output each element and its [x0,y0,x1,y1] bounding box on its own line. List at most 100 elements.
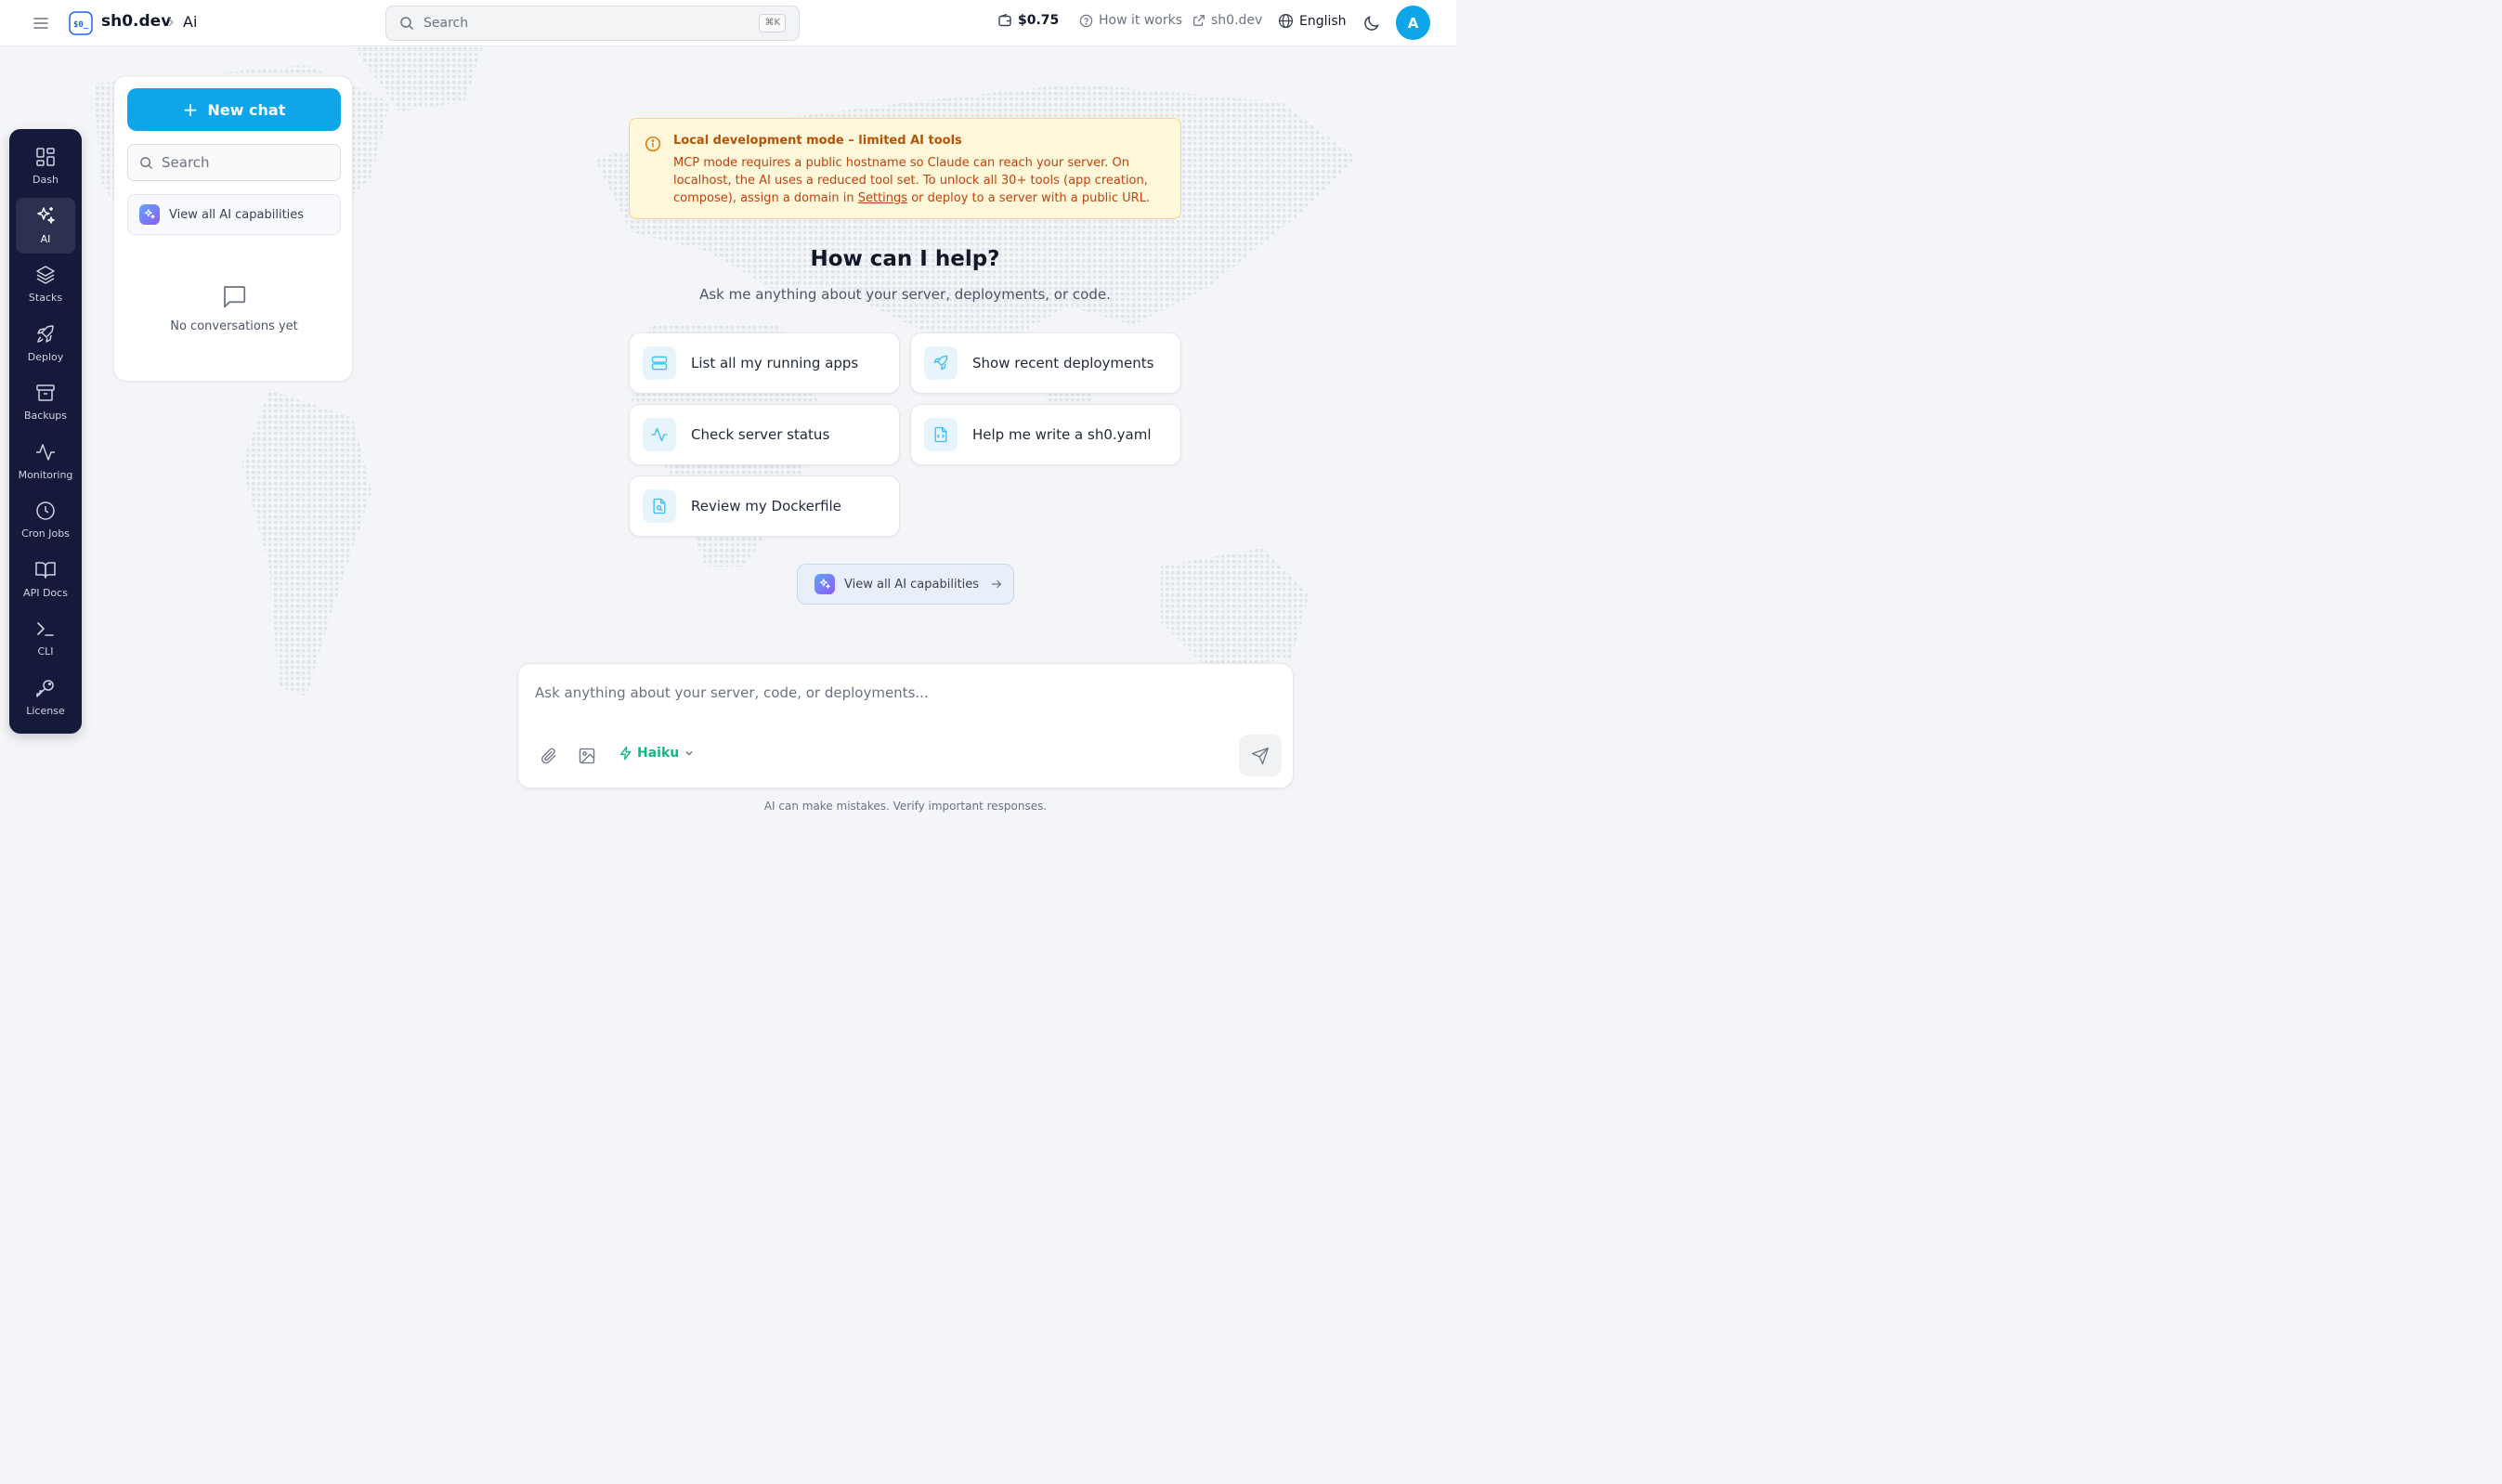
send-icon [1252,747,1269,764]
chevron-right-icon [168,18,174,27]
new-chat-label: New chat [207,100,286,119]
hero-title: How can I help? [810,247,1000,271]
view-capabilities-link[interactable]: View all AI capabilities [127,194,341,235]
image-icon[interactable] [578,747,596,765]
sidebar-item-label: AI [40,233,51,245]
sparkles-icon [37,207,55,224]
moon-icon[interactable] [1362,14,1381,33]
ai-disclaimer: AI can make mistakes. Verify important r… [763,800,1048,813]
sparkles-icon [139,204,160,225]
external-site-link[interactable]: sh0.dev [1192,13,1262,28]
alert-body-text-end: or deploy to a server with a public URL. [907,191,1151,205]
how-it-works-label: How it works [1099,13,1182,28]
external-link-icon [1193,15,1205,26]
menu-icon[interactable] [32,14,50,33]
sidebar-item-label: Monitoring [18,469,73,481]
hero-subtitle: Ask me anything about your server, deplo… [699,286,1111,303]
plus-icon: + [182,98,199,121]
sidebar-item-backups[interactable]: Backups [16,374,75,430]
search-shortcut-badge: ⌘K [759,14,786,33]
rocket-icon [924,346,958,380]
suggestion-label: List all my running apps [691,355,859,371]
sidebar-item-license[interactable]: License [16,670,75,725]
svg-text:$0_: $0_ [73,20,89,30]
layers-icon [36,266,55,284]
sidebar-item-ai[interactable]: AI [16,198,75,254]
language-selector[interactable]: English [1278,13,1347,29]
sidebar-item-label: Backups [23,410,68,422]
key-icon [36,680,54,697]
suggestion-review-dockerfile[interactable]: Review my Dockerfile [629,475,900,537]
globe-icon [1278,13,1294,29]
suggestion-list-running-apps[interactable]: List all my running apps [629,332,900,394]
view-capabilities-label: View all AI capabilities [169,207,305,222]
empty-conversations-text: No conversations yet [170,319,298,333]
zap-icon [620,746,632,761]
chevron-down-icon [685,751,693,756]
info-icon [645,136,661,152]
search-icon [140,157,153,170]
sidebar-item-cron-jobs[interactable]: Cron Jobs [16,492,75,548]
conversation-search-input[interactable] [162,145,333,180]
sidebar-item-label: CLI [37,645,54,657]
file-code-icon [924,418,958,451]
search-placeholder: Search [424,16,469,31]
view-all-capabilities-button[interactable]: View all AI capabilities [797,564,1014,605]
alert-title: Local development mode – limited AI tool… [673,134,962,148]
sidebar-item-api-docs[interactable]: API Docs [16,552,75,607]
suggestion-label: Review my Dockerfile [691,498,841,514]
global-search[interactable]: Search ⌘K [385,6,800,41]
message-input[interactable] [535,684,1269,722]
sidebar-nav: Dash AI Stacks Deploy Backups Monitoring… [9,129,82,734]
file-search-icon [643,489,676,523]
sidebar-item-label: Cron Jobs [21,527,70,540]
sparkles-icon [814,574,835,594]
sidebar-item-label: Deploy [27,351,64,363]
activity-icon [36,444,55,461]
how-it-works-link[interactable]: How it works [1079,13,1182,28]
suggestion-check-server-status[interactable]: Check server status [629,404,900,465]
sidebar-item-label: Dash [33,174,59,186]
wallet-icon [998,13,1011,27]
suggestion-recent-deployments[interactable]: Show recent deployments [910,332,1181,394]
message-square-icon [224,286,246,308]
breadcrumb-current: Ai [183,13,198,31]
conversation-search [127,144,341,181]
language-label: English [1299,13,1347,29]
sidebar-item-label: Stacks [28,292,63,304]
clock-icon [36,501,55,520]
rocket-icon [37,325,54,343]
server-icon [643,346,676,380]
new-chat-button[interactable]: + New chat [127,88,341,131]
model-selector[interactable]: Haiku [619,746,695,761]
credits-amount: $0.75 [1018,13,1060,28]
suggestion-write-sh0-yaml[interactable]: Help me write a sh0.yaml [910,404,1181,465]
local-mode-alert: Local development mode – limited AI tool… [629,118,1181,219]
settings-link[interactable]: Settings [858,191,907,205]
book-icon [35,562,56,579]
brand-name[interactable]: sh0.dev [101,12,171,31]
user-avatar[interactable]: A [1396,6,1430,40]
alert-body: MCP mode requires a public hostname so C… [673,154,1166,207]
external-site-label: sh0.dev [1211,13,1263,28]
sh0-logo-icon[interactable]: $0_ [68,10,94,36]
arrow-right-icon [992,579,1002,589]
paperclip-icon[interactable] [540,747,558,765]
suggestion-label: Help me write a sh0.yaml [972,426,1152,443]
activity-icon [643,418,676,451]
view-all-capabilities-label: View all AI capabilities [844,577,980,592]
dashboard-icon [36,148,55,166]
send-button[interactable] [1239,735,1282,776]
credits-balance[interactable]: $0.75 [997,13,1059,28]
sidebar-item-monitoring[interactable]: Monitoring [16,434,75,489]
model-label: Haiku [637,746,680,761]
sidebar-item-dash[interactable]: Dash [16,138,75,194]
sidebar-item-deploy[interactable]: Deploy [16,316,75,371]
message-composer: Haiku [517,663,1294,788]
sidebar-item-cli[interactable]: CLI [16,610,75,666]
sidebar-item-label: License [26,705,65,717]
archive-icon [36,384,55,401]
help-circle-icon [1079,14,1093,27]
top-bar: $0_ sh0.dev Ai Search ⌘K $0.75 How it wo… [0,0,1456,46]
sidebar-item-stacks[interactable]: Stacks [16,256,75,312]
